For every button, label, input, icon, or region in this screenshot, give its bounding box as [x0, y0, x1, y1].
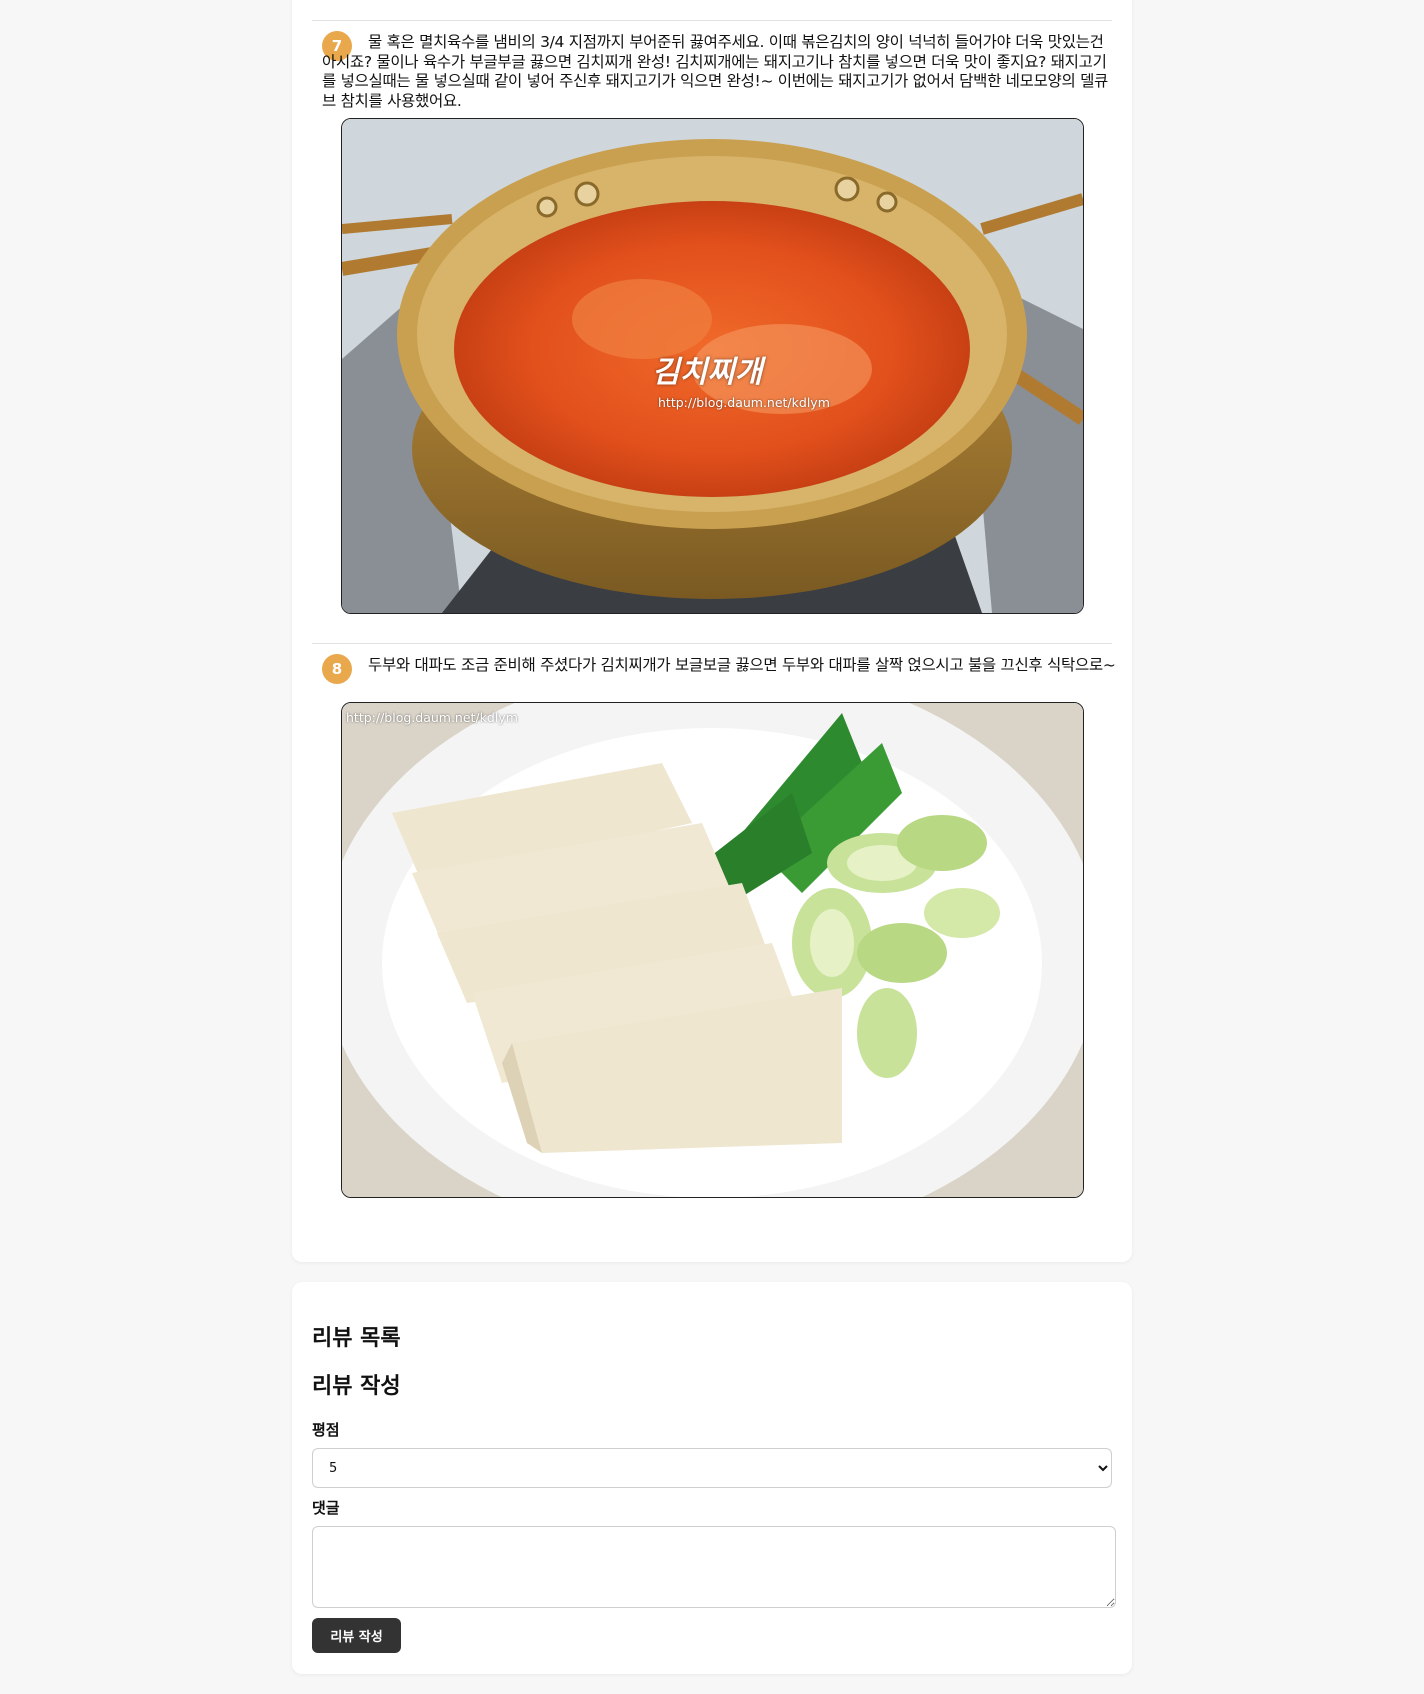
- recipe-steps-card: 7 물 혹은 멸치육수를 냄비의 3/4 지점까지 부어준뒤 끓여주세요. 이때…: [292, 0, 1132, 1262]
- step-divider: [312, 643, 1112, 644]
- review-list-title: 리뷰 목록: [312, 1326, 401, 1351]
- step-description: 두부와 대파도 조금 준비해 주셨다가 김치찌개가 보글보글 끓으면 두부와 대…: [368, 656, 1116, 674]
- photo-watermark: http://blog.daum.net/kdlym: [346, 710, 518, 725]
- comment-label: 댓글: [312, 1499, 340, 1517]
- comment-textarea[interactable]: [312, 1526, 1116, 1608]
- photo-watermark: http://blog.daum.net/kdlym: [658, 395, 830, 410]
- review-section-card: 리뷰 목록 리뷰 작성 평점 5 댓글 리뷰 작성: [292, 1282, 1132, 1674]
- rating-label: 평점: [312, 1421, 340, 1439]
- submit-review-button[interactable]: 리뷰 작성: [312, 1618, 401, 1653]
- tofu-scallion-photo: http://blog.daum.net/kdlym: [341, 702, 1084, 1198]
- rating-select[interactable]: 5: [312, 1448, 1112, 1488]
- step-description: 물 혹은 멸치육수를 냄비의 3/4 지점까지 부어준뒤 끓여주세요. 이때 볶…: [322, 33, 1109, 110]
- review-form-title: 리뷰 작성: [312, 1374, 401, 1399]
- step-divider: [312, 20, 1112, 21]
- photo-title-overlay: 김치찌개: [652, 355, 763, 390]
- kimchi-stew-photo: 김치찌개 http://blog.daum.net/kdlym: [341, 118, 1084, 614]
